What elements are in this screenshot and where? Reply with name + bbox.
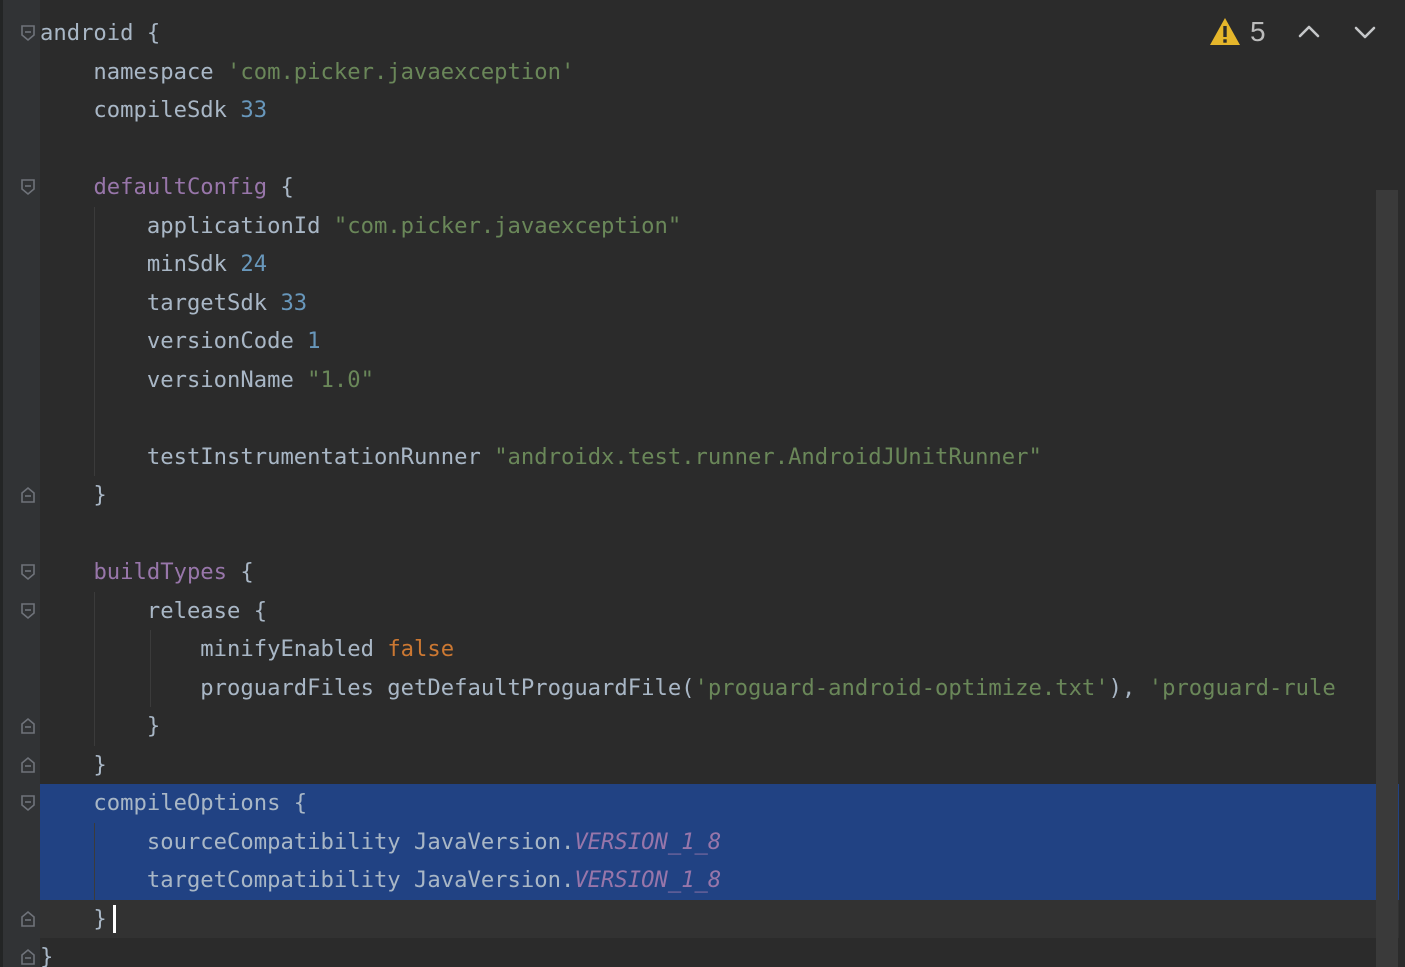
code-token: } <box>40 713 161 739</box>
code-line[interactable]: } <box>40 746 1399 785</box>
indent-guide <box>93 822 95 900</box>
code-token: minifyEnabled <box>40 636 388 662</box>
code-line[interactable]: compileOptions { <box>40 784 1399 823</box>
code-line[interactable]: proguardFiles getDefaultProguardFile('pr… <box>40 669 1399 708</box>
code-token: VERSION_1_8 <box>574 828 722 855</box>
code-token: 33 <box>240 97 268 123</box>
code-line[interactable]: applicationId "com.picker.javaexception" <box>40 207 1399 246</box>
code-token: 24 <box>240 251 268 277</box>
editor-gutter <box>0 0 40 967</box>
code-token: release { <box>40 597 268 624</box>
indent-guide <box>93 206 95 476</box>
code-token: buildTypes <box>93 559 228 585</box>
next-highlighted-error-button[interactable] <box>1348 15 1382 49</box>
code-line[interactable]: } <box>40 707 1399 746</box>
previous-highlighted-error-button[interactable] <box>1292 15 1326 49</box>
code-token: VERSION_1_8 <box>574 867 722 893</box>
fold-collapse-icon[interactable] <box>20 602 36 620</box>
fold-expand-icon[interactable] <box>20 756 36 774</box>
fold-collapse-icon[interactable] <box>20 178 36 196</box>
code-token: 1 <box>307 328 321 354</box>
code-token: namespace <box>40 58 228 85</box>
code-token: } <box>40 751 107 778</box>
code-line[interactable]: minSdk 24 <box>40 245 1399 284</box>
code-token: versionCode <box>40 328 308 354</box>
code-line[interactable] <box>40 130 1399 169</box>
fold-expand-icon[interactable] <box>20 948 36 966</box>
code-line[interactable]: } <box>40 938 1399 967</box>
code-token: { <box>227 559 254 585</box>
code-line[interactable]: buildTypes { <box>40 553 1399 592</box>
code-token: 'proguard-rule <box>1148 674 1336 701</box>
code-token: "androidx.test.runner.AndroidJUnitRunner… <box>494 443 1042 470</box>
code-token: } <box>40 482 107 508</box>
indent-guide <box>93 591 95 746</box>
warning-icon[interactable] <box>1208 15 1242 49</box>
code-token: } <box>40 944 54 967</box>
code-token: sourceCompatibility JavaVersion. <box>40 828 575 855</box>
code-token: ), <box>1108 674 1149 701</box>
code-token: compileSdk <box>40 97 241 123</box>
chevron-up-icon <box>1298 25 1319 38</box>
code-line[interactable]: versionName "1.0" <box>40 361 1399 400</box>
inspection-widget: 5 <box>1208 12 1404 52</box>
code-line[interactable] <box>40 399 1399 438</box>
fold-expand-icon[interactable] <box>20 486 36 504</box>
code-line[interactable]: minifyEnabled false <box>40 630 1399 669</box>
code-token: 33 <box>280 289 308 316</box>
code-token: minSdk <box>40 251 241 277</box>
code-token: compileOptions { <box>40 790 308 816</box>
code-token: "com.picker.javaexception" <box>333 212 682 239</box>
chevron-down-icon <box>1354 26 1375 39</box>
code-token: applicationId <box>40 212 334 239</box>
code-line[interactable] <box>40 515 1399 554</box>
code-token: "1.0" <box>307 366 374 393</box>
fold-expand-icon[interactable] <box>20 910 36 928</box>
fold-collapse-icon[interactable] <box>20 563 36 581</box>
code-line[interactable]: versionCode 1 <box>40 322 1399 361</box>
code-editor[interactable]: android { namespace 'com.picker.javaexce… <box>40 0 1399 967</box>
code-token: 'proguard-android-optimize.txt' <box>694 674 1109 701</box>
code-line[interactable]: sourceCompatibility JavaVersion.VERSION_… <box>40 822 1399 861</box>
fold-expand-icon[interactable] <box>20 717 36 735</box>
code-line[interactable]: compileSdk 33 <box>40 91 1399 130</box>
code-line[interactable]: defaultConfig { <box>40 168 1399 207</box>
code-line[interactable]: namespace 'com.picker.javaexception' <box>40 53 1399 92</box>
warning-count[interactable]: 5 <box>1250 16 1266 48</box>
code-token: false <box>387 636 455 662</box>
text-caret <box>112 904 116 933</box>
code-line[interactable]: testInstrumentationRunner "androidx.test… <box>40 438 1399 477</box>
code-token: } <box>40 905 107 932</box>
code-token: android { <box>40 20 161 46</box>
code-line[interactable]: targetCompatibility JavaVersion.VERSION_… <box>40 861 1399 900</box>
code-line[interactable]: } <box>40 476 1399 515</box>
code-line[interactable]: targetSdk 33 <box>40 284 1399 323</box>
gutter-strip <box>0 0 3 967</box>
code-token: defaultConfig <box>93 174 268 200</box>
fold-collapse-icon[interactable] <box>20 24 36 42</box>
code-token: { <box>267 174 294 200</box>
code-token: 'com.picker.javaexception' <box>227 58 575 85</box>
fold-collapse-icon[interactable] <box>20 794 36 812</box>
vertical-scrollbar[interactable] <box>1376 190 1398 967</box>
code-token: testInstrumentationRunner <box>40 443 495 470</box>
code-token: targetCompatibility JavaVersion. <box>40 867 575 893</box>
code-token: targetSdk <box>40 289 281 316</box>
code-line[interactable]: } <box>40 899 1399 938</box>
code-line[interactable]: android { <box>40 14 1399 53</box>
indent-guide <box>149 630 151 707</box>
code-token: versionName <box>40 366 308 393</box>
code-line[interactable]: release { <box>40 592 1399 631</box>
code-token: proguardFiles getDefaultProguardFile( <box>40 674 695 701</box>
